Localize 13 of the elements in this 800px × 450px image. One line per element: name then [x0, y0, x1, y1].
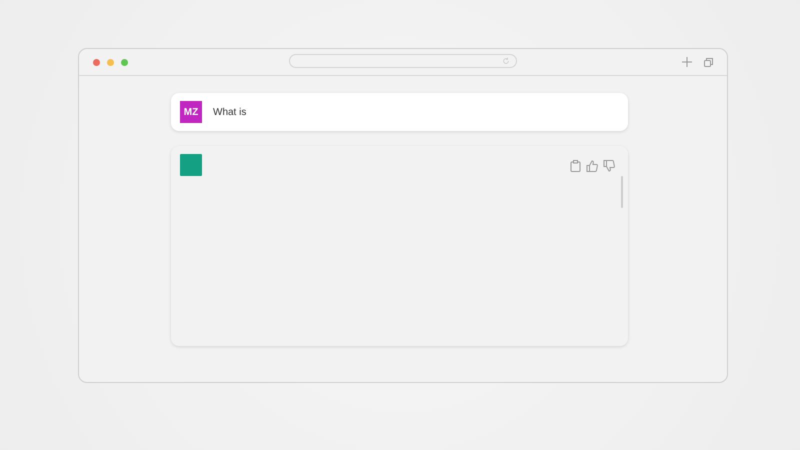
tabs-icon[interactable] — [704, 58, 713, 66]
close-icon[interactable] — [93, 58, 100, 66]
thumbs-down-icon[interactable] — [603, 160, 615, 172]
address-bar[interactable] — [289, 54, 517, 68]
clipboard-icon[interactable] — [570, 160, 581, 172]
plus-icon[interactable] — [682, 57, 692, 67]
scrollbar[interactable] — [621, 176, 623, 208]
maximize-icon[interactable] — [121, 58, 128, 66]
message-text: What is — [213, 106, 246, 118]
thumbs-up-icon[interactable] — [586, 160, 598, 172]
user-avatar: MZ — [180, 101, 202, 123]
reload-icon[interactable] — [502, 57, 510, 65]
minimize-icon[interactable] — [107, 58, 114, 66]
